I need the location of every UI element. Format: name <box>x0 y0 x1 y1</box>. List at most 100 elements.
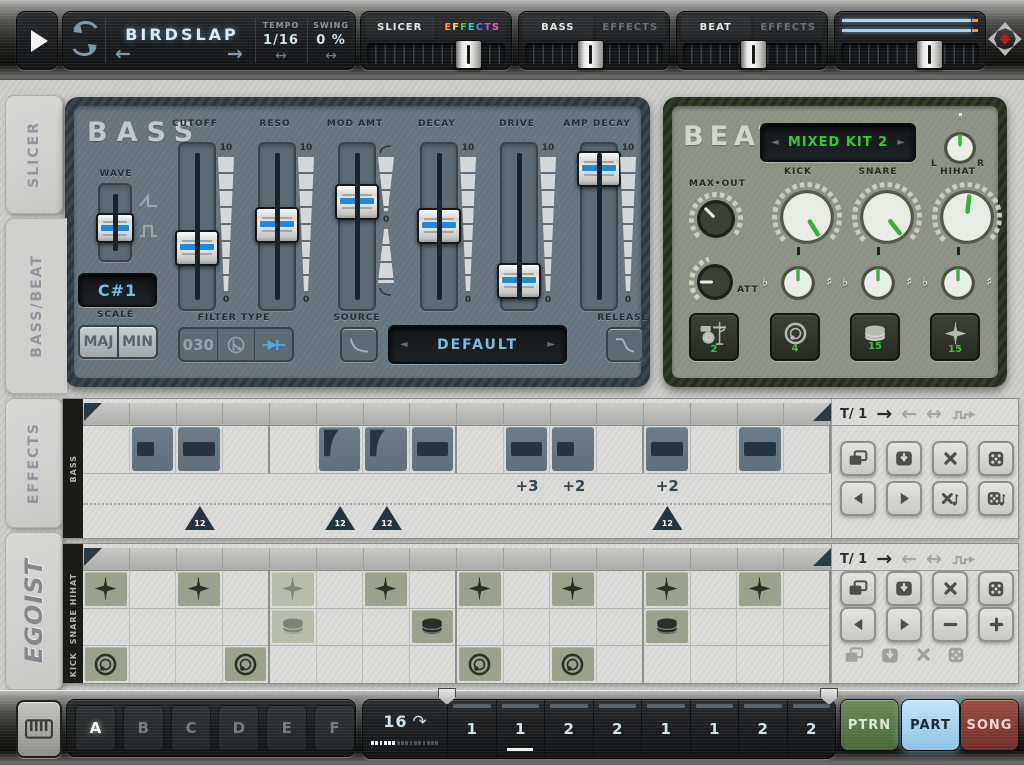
step-cell[interactable] <box>130 403 177 425</box>
plus-button[interactable] <box>978 607 1014 642</box>
step-cell[interactable] <box>363 645 410 683</box>
step-cell[interactable] <box>784 570 832 608</box>
step-cell[interactable] <box>644 548 691 570</box>
bass-mode-button[interactable]: BASS <box>523 16 593 39</box>
part-slot-3[interactable]: 2 <box>544 700 593 758</box>
step-cell[interactable] <box>457 570 504 608</box>
swing-control[interactable]: SWING 0 % ↔ <box>307 12 355 69</box>
beat-mode-button[interactable]: BEAT <box>681 16 751 39</box>
step-cell[interactable] <box>504 425 551 473</box>
kit-next-arrow-icon[interactable]: ► <box>897 137 905 148</box>
step-cell[interactable] <box>737 425 784 473</box>
subdivision-marker[interactable]: 12 <box>372 506 402 530</box>
step-cell[interactable] <box>691 570 738 608</box>
mod-amt-slider-handle[interactable] <box>335 184 379 220</box>
stretch-icon[interactable]: ↔ <box>926 554 942 564</box>
step-cell[interactable] <box>410 403 457 425</box>
part-slot-5[interactable]: 1 <box>641 700 690 758</box>
step-cell[interactable] <box>176 570 223 608</box>
step-cell[interactable] <box>457 548 504 570</box>
step-cell[interactable] <box>270 645 317 683</box>
step-cell[interactable] <box>691 608 738 646</box>
copy-button[interactable] <box>840 571 876 606</box>
step-cell[interactable] <box>130 608 177 646</box>
bass-note[interactable] <box>365 427 407 471</box>
bass-note[interactable] <box>552 427 594 471</box>
subdivision-marker[interactable]: 12 <box>185 506 215 530</box>
zigzag-icon[interactable] <box>951 551 978 567</box>
part-slot-6[interactable]: 1 <box>690 700 739 758</box>
step-cell[interactable] <box>223 425 271 473</box>
sidebar-tab-slicer[interactable]: SLICER <box>5 95 63 214</box>
part-slot-2[interactable]: 1 <box>496 700 545 758</box>
step-cell[interactable] <box>644 403 691 425</box>
beat-effects-mode-button[interactable]: EFFECTS <box>754 16 824 39</box>
mod-amt-slider[interactable] <box>338 142 376 311</box>
next-button[interactable] <box>886 607 922 642</box>
bass-note[interactable] <box>646 427 688 471</box>
sidebar-tab-effects[interactable]: EFFECTS <box>5 398 63 528</box>
maxout-knob[interactable] <box>688 191 744 247</box>
hihat-hit[interactable] <box>739 572 781 606</box>
hihat-hit[interactable] <box>552 572 594 606</box>
step-cell[interactable] <box>784 608 832 646</box>
kick-hit[interactable] <box>552 647 594 681</box>
step-cell[interactable] <box>691 403 738 425</box>
step-cell[interactable] <box>363 570 410 608</box>
shift-right-icon[interactable]: → <box>876 409 892 419</box>
step-cell[interactable] <box>644 425 691 473</box>
step-cell[interactable] <box>691 425 738 473</box>
pattern-button-c[interactable]: C <box>171 705 212 751</box>
filter-circuit-icon[interactable] <box>218 329 256 360</box>
tempo-drag-icon[interactable]: ↔ <box>255 48 307 64</box>
snare-hit[interactable] <box>412 610 454 644</box>
undo-icon[interactable] <box>71 17 99 34</box>
shift-right-icon[interactable]: → <box>876 554 892 564</box>
master-volume-handle[interactable] <box>916 40 943 69</box>
step-cell[interactable] <box>270 570 317 608</box>
step-cell[interactable] <box>410 570 458 608</box>
step-cell[interactable] <box>784 645 832 683</box>
step-cell[interactable] <box>317 570 364 608</box>
bass-effects-mode-button[interactable]: EFFECTS <box>596 16 666 39</box>
step-cell[interactable] <box>737 608 784 646</box>
bass-note[interactable] <box>132 427 174 471</box>
step-cell[interactable] <box>738 403 785 425</box>
step-cell[interactable] <box>363 425 410 473</box>
bass-preset-dropdown[interactable]: ◄ DEFAULT ► <box>388 325 567 364</box>
song-mode-button[interactable]: SONG <box>960 699 1019 751</box>
release-envelope-button[interactable] <box>606 327 644 362</box>
part-slot-1[interactable]: 1 <box>447 700 496 758</box>
part-slot-4[interactable]: 2 <box>593 700 642 758</box>
step-cell[interactable] <box>317 645 364 683</box>
amp-decay-slider[interactable] <box>580 142 618 311</box>
step-cell[interactable] <box>130 645 177 683</box>
step-cell[interactable] <box>644 608 691 646</box>
step-cell[interactable] <box>737 570 784 608</box>
prev-button[interactable] <box>840 607 876 642</box>
step-cell[interactable] <box>270 425 317 473</box>
filter-number-display[interactable]: 030 <box>180 329 218 360</box>
bass-note[interactable] <box>412 427 454 471</box>
kick-hit[interactable] <box>85 647 127 681</box>
step-cell[interactable] <box>691 548 738 570</box>
wave-slider-handle[interactable] <box>96 213 134 243</box>
reso-slider-handle[interactable] <box>255 207 299 243</box>
step-cell[interactable] <box>177 403 224 425</box>
cutoff-slider-handle[interactable] <box>175 230 219 266</box>
hihat-hit[interactable] <box>459 572 501 606</box>
step-cell[interactable] <box>457 403 504 425</box>
step-cell[interactable] <box>83 608 130 646</box>
step-cell[interactable] <box>270 548 317 570</box>
pitch-knob-snare[interactable] <box>852 257 904 309</box>
master-volume-slider[interactable] <box>841 43 979 64</box>
step-cell[interactable] <box>504 608 551 646</box>
length-section[interactable]: 16 ↷ <box>363 700 447 758</box>
step-cell[interactable] <box>363 608 410 646</box>
tempo-control[interactable]: TEMPO 1/16 ↔ <box>255 12 307 69</box>
part-slot-8[interactable]: 2 <box>787 700 836 758</box>
step-cell[interactable] <box>176 608 223 646</box>
kick-pad-button[interactable]: 4 <box>770 313 820 361</box>
step-cell[interactable] <box>130 425 177 473</box>
kit-prev-arrow-icon[interactable]: ◄ <box>771 137 779 148</box>
